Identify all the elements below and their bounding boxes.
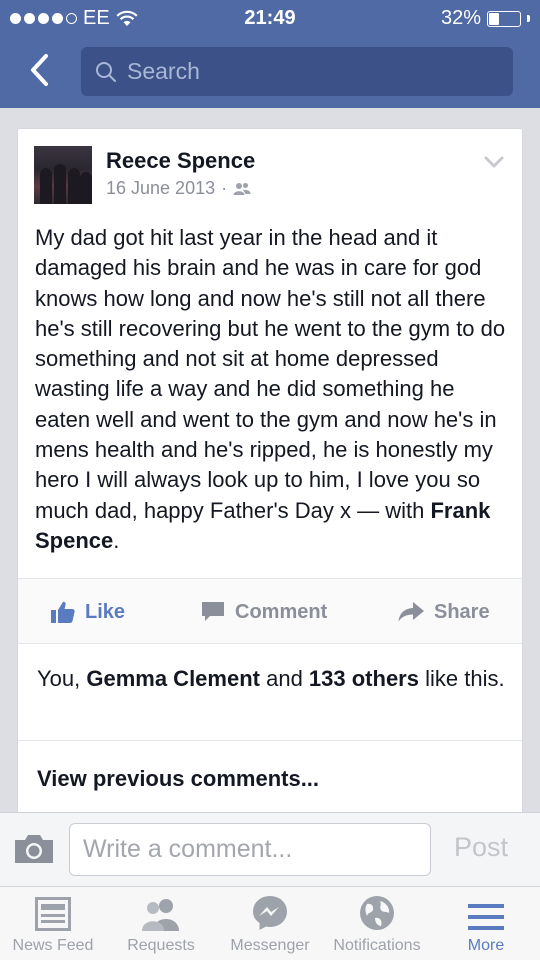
tab-notifications[interactable]: Notifications [325,887,429,960]
others-count[interactable]: 133 others [309,666,419,691]
share-button[interactable]: Share [398,579,490,645]
friend-requests-icon [142,899,179,931]
comment-input[interactable] [69,823,431,876]
more-menu-icon [468,904,504,930]
post-actions: Like Comment Share [18,578,522,644]
tab-label: Notifications [333,937,421,954]
camera-button[interactable] [13,833,55,870]
comment-bubble-icon [202,602,224,621]
tab-more[interactable]: More [437,887,535,960]
share-label: Share [434,600,490,623]
likes-summary[interactable]: You, Gemma Clement and 133 others like t… [37,665,507,693]
news-feed-icon [35,897,71,931]
tab-bar: News Feed Requests Messenger Notificatio… [0,886,540,960]
comment-label: Comment [235,600,328,623]
messenger-icon [253,896,287,930]
camera-icon [15,835,53,863]
like-label: Like [85,600,126,623]
tab-requests[interactable]: Requests [112,887,210,960]
status-bar: EE 21:49 32% [0,0,540,36]
post-body: My dad got hit last year in the head and… [35,225,506,553]
chevron-left-icon [31,54,48,86]
tab-label: Messenger [230,937,310,954]
tab-label: News Feed [12,937,94,954]
author-avatar[interactable] [34,146,92,204]
post-comment-button[interactable]: Post [454,832,508,863]
search-input[interactable] [127,58,507,85]
thumbs-up-icon [51,601,75,623]
view-previous-comments-link[interactable]: View previous comments... [37,766,319,792]
post-options-button[interactable] [484,155,504,173]
battery-icon [487,10,521,27]
tab-label: More [467,937,505,954]
like-button[interactable]: Like [51,579,125,645]
post-meta: 16 June 2013 · [106,178,251,199]
liker-name[interactable]: Gemma Clement [86,666,260,691]
post-date[interactable]: 16 June 2013 [106,178,215,199]
comment-button[interactable]: Comment [201,579,327,645]
post-text: My dad got hit last year in the head and… [35,225,506,523]
battery-status: 32% [441,7,530,30]
search-bar[interactable] [81,47,513,96]
tab-news-feed[interactable]: News Feed [4,887,102,960]
tab-messenger[interactable]: Messenger [221,887,319,960]
chevron-down-icon [484,156,504,168]
back-button[interactable] [22,50,56,90]
friends-audience-icon [233,182,251,195]
meta-separator: · [221,178,228,198]
author-name[interactable]: Reece Spence [106,148,255,174]
notifications-globe-icon [360,896,394,930]
share-arrow-icon [398,602,424,622]
top-bar: EE 21:49 32% [0,0,540,108]
battery-percent: 32% [440,7,481,29]
comment-composer: Post [0,812,540,886]
post-card: Reece Spence 16 June 2013 · My dad got h… [17,128,523,818]
search-icon [96,61,116,82]
divider [18,740,522,741]
tab-label: Requests [127,937,195,954]
